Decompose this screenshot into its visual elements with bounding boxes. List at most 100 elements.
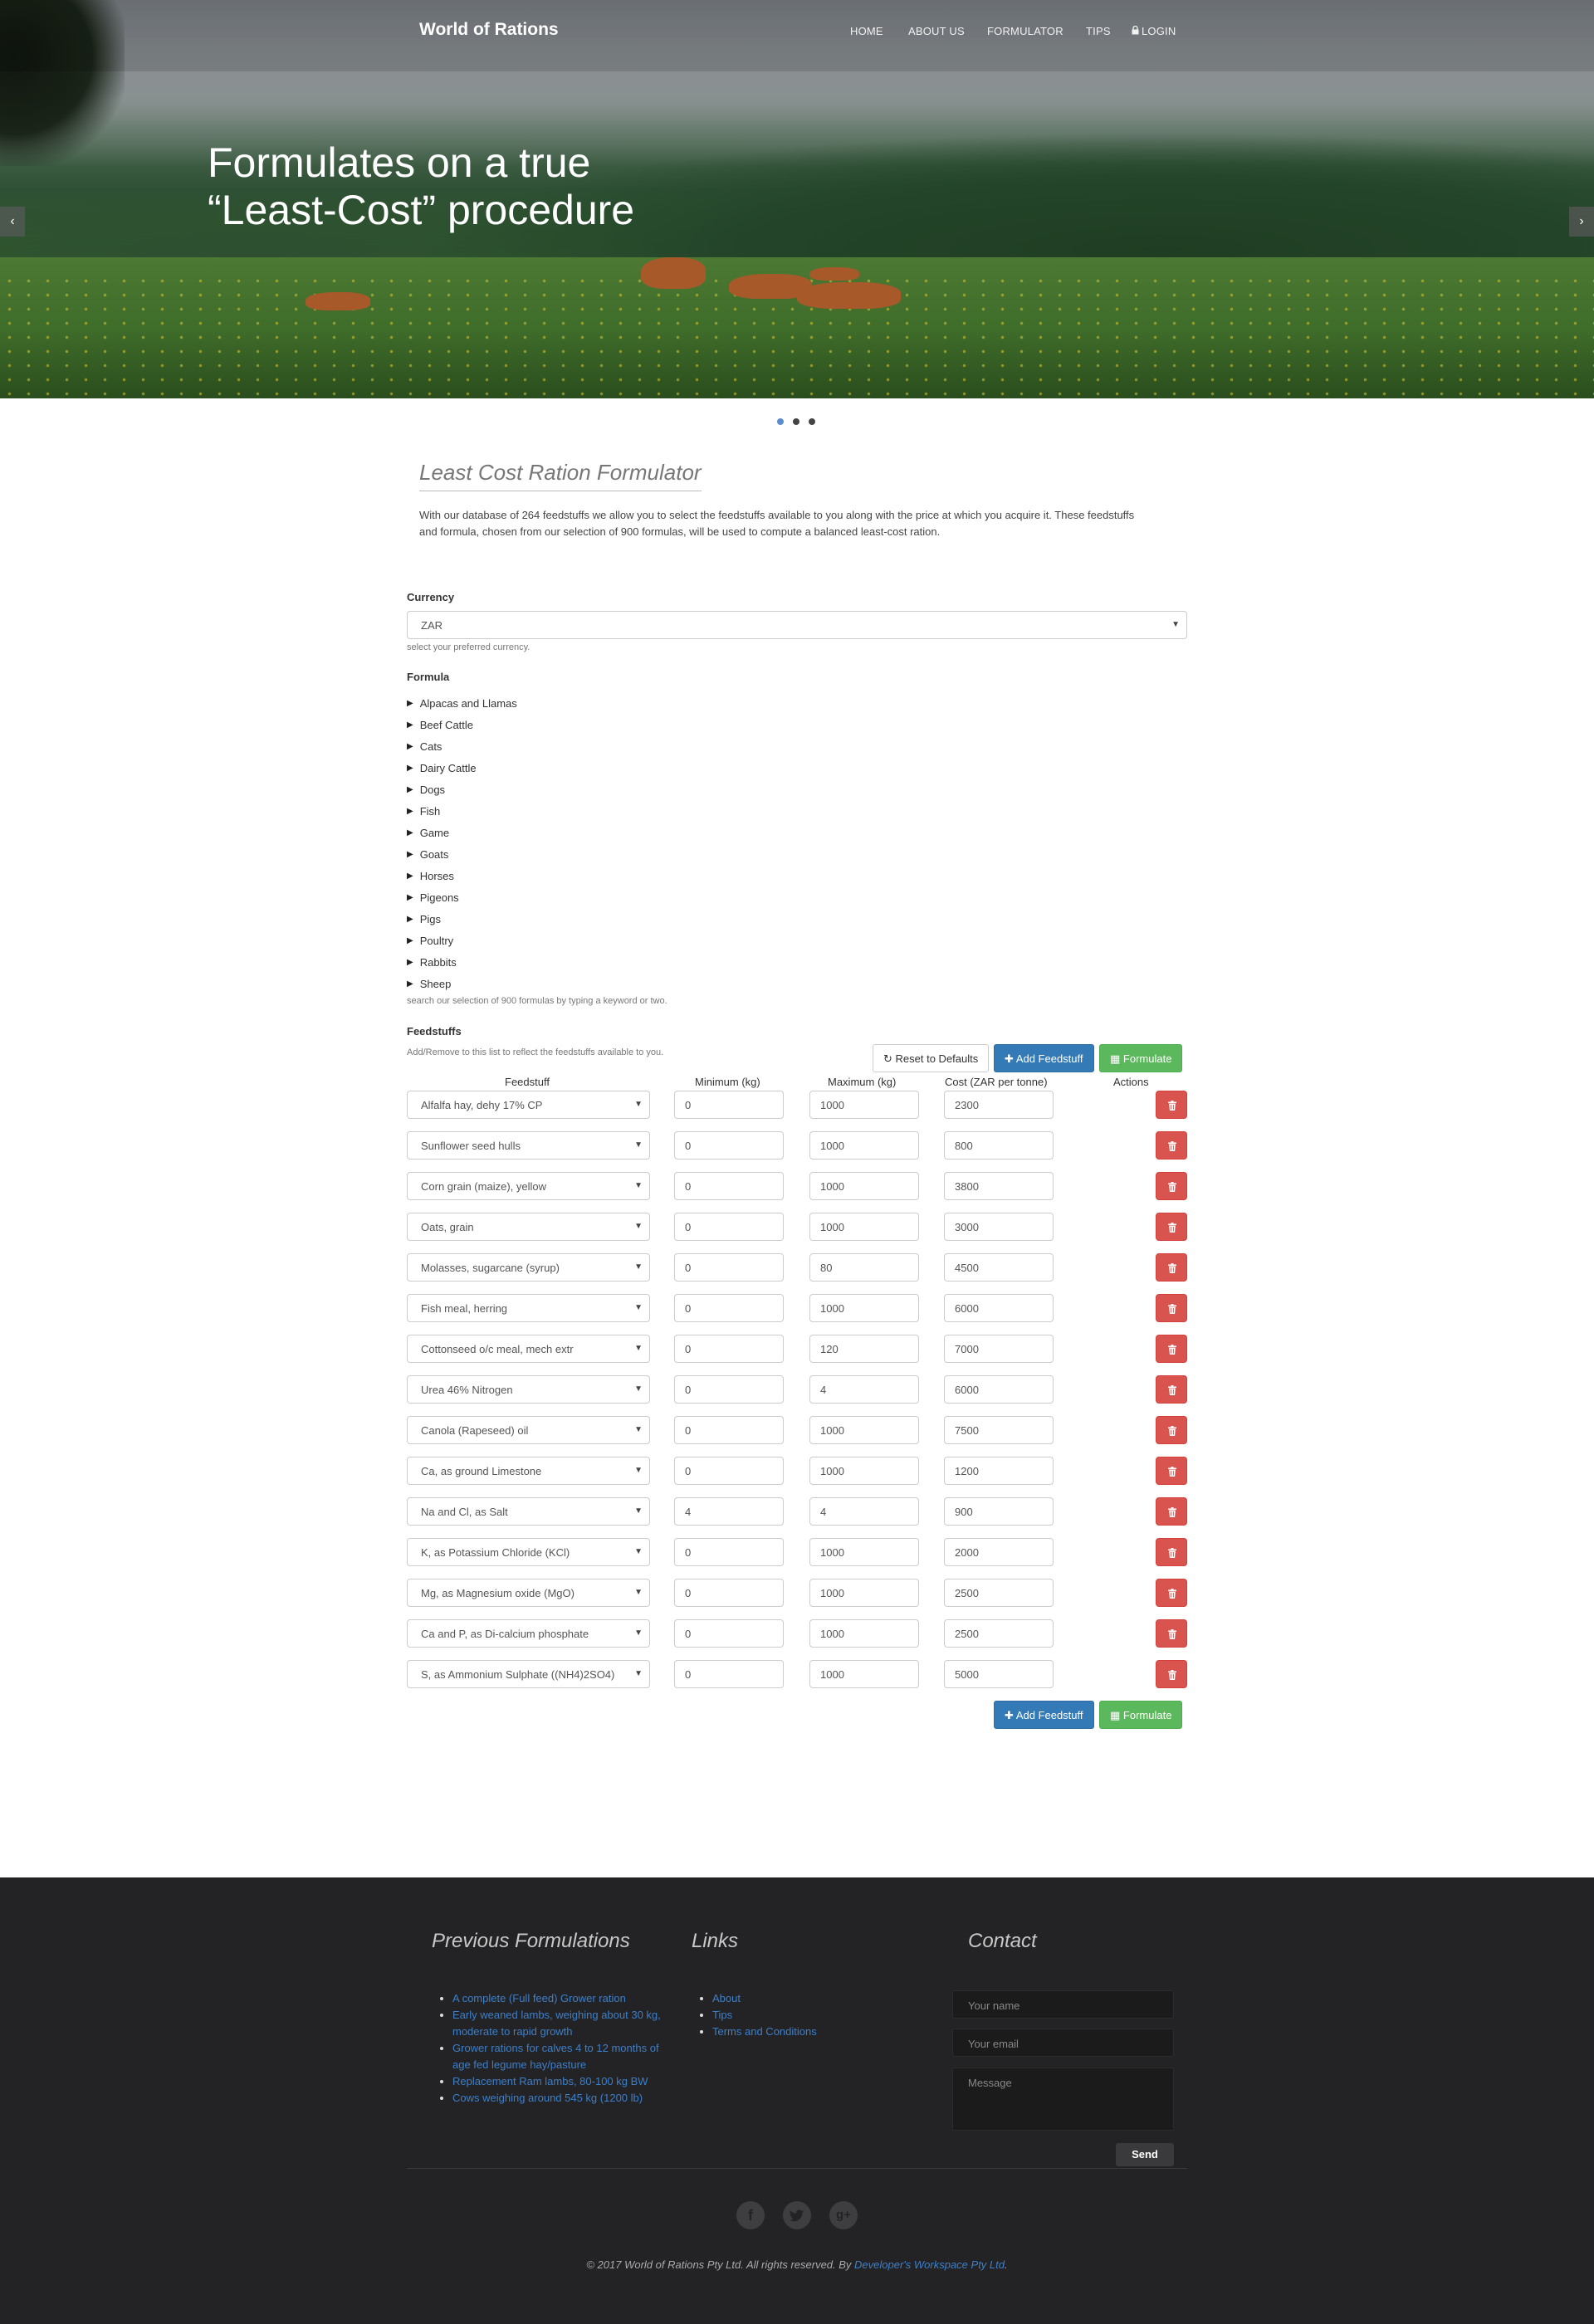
carousel-prev-button[interactable]: ‹ [0,207,25,237]
minimum-input[interactable]: 0 [674,1416,784,1444]
carousel-next-button[interactable]: › [1569,207,1594,237]
minimum-input[interactable]: 0 [674,1131,784,1160]
delete-row-button[interactable] [1156,1660,1187,1688]
cost-input[interactable]: 6000 [944,1294,1054,1322]
send-button[interactable]: Send [1116,2143,1174,2166]
formula-tree-item[interactable]: ▶ Fish [407,800,517,822]
cost-input[interactable]: 4500 [944,1253,1054,1282]
delete-row-button[interactable] [1156,1457,1187,1485]
formula-tree-item[interactable]: ▶ Beef Cattle [407,714,517,735]
formula-tree-item[interactable]: ▶ Dogs [407,779,517,800]
formula-tree-item[interactable]: ▶ Cats [407,735,517,757]
delete-row-button[interactable] [1156,1416,1187,1444]
minimum-input[interactable]: 0 [674,1619,784,1648]
formula-tree-item[interactable]: ▶ Pigs [407,908,517,930]
maximum-input[interactable]: 1000 [809,1538,919,1566]
delete-row-button[interactable] [1156,1619,1187,1648]
feedstuff-select[interactable]: Cottonseed o/c meal, mech extr ▼ [407,1335,650,1363]
cost-input[interactable]: 3000 [944,1213,1054,1241]
carousel-dot-1[interactable] [777,418,784,425]
nav-formulator[interactable]: FORMULATOR [987,25,1063,37]
feedstuff-select[interactable]: Alfalfa hay, dehy 17% CP ▼ [407,1091,650,1119]
delete-row-button[interactable] [1156,1579,1187,1607]
maximum-input[interactable]: 1000 [809,1660,919,1688]
cost-input[interactable]: 3800 [944,1172,1054,1200]
feedstuff-select[interactable]: Mg, as Magnesium oxide (MgO) ▼ [407,1579,650,1607]
delete-row-button[interactable] [1156,1497,1187,1526]
contact-message-field[interactable]: Message [952,2068,1174,2131]
maximum-input[interactable]: 1000 [809,1416,919,1444]
minimum-input[interactable]: 0 [674,1213,784,1241]
maximum-input[interactable]: 4 [809,1375,919,1404]
carousel-dot-3[interactable] [809,418,815,425]
cost-input[interactable]: 7500 [944,1416,1054,1444]
formula-tree-item[interactable]: ▶ Alpacas and Llamas [407,692,517,714]
feedstuff-select[interactable]: Ca and P, as Di-calcium phosphate ▼ [407,1619,650,1648]
nav-tips[interactable]: TIPS [1086,25,1111,37]
delete-row-button[interactable] [1156,1375,1187,1404]
maximum-input[interactable]: 120 [809,1335,919,1363]
minimum-input[interactable]: 0 [674,1091,784,1119]
twitter-icon[interactable] [783,2201,811,2229]
cost-input[interactable]: 2000 [944,1538,1054,1566]
minimum-input[interactable]: 0 [674,1335,784,1363]
currency-select[interactable]: ZAR ▼ [407,611,1187,639]
feedstuff-select[interactable]: Sunflower seed hulls ▼ [407,1131,650,1160]
google-plus-icon[interactable]: g+ [829,2201,858,2229]
formula-tree-item[interactable]: ▶ Rabbits [407,951,517,973]
footer-link[interactable]: About [712,1992,741,2004]
contact-name-field[interactable]: Your name [952,1990,1174,2019]
maximum-input[interactable]: 1000 [809,1619,919,1648]
feedstuff-select[interactable]: Canola (Rapeseed) oil ▼ [407,1416,650,1444]
maximum-input[interactable]: 1000 [809,1213,919,1241]
nav-login[interactable]: LOGIN [1142,25,1176,37]
feedstuff-select[interactable]: Urea 46% Nitrogen ▼ [407,1375,650,1404]
previous-formulation-link[interactable]: Early weaned lambs, weighing about 30 kg… [452,2009,661,2038]
formula-tree-item[interactable]: ▶ Poultry [407,930,517,951]
formula-tree-item[interactable]: ▶ Goats [407,843,517,865]
delete-row-button[interactable] [1156,1538,1187,1566]
minimum-input[interactable]: 0 [674,1375,784,1404]
previous-formulation-link[interactable]: Grower rations for calves 4 to 12 months… [452,2042,659,2071]
cost-input[interactable]: 6000 [944,1375,1054,1404]
developer-link[interactable]: Developer's Workspace Pty Ltd [854,2258,1005,2271]
brand-logo[interactable]: World of Rations [419,20,559,40]
feedstuff-select[interactable]: Na and Cl, as Salt ▼ [407,1497,650,1526]
facebook-icon[interactable]: f [736,2201,765,2229]
carousel-dot-2[interactable] [793,418,799,425]
cost-input[interactable]: 5000 [944,1660,1054,1688]
cost-input[interactable]: 2500 [944,1619,1054,1648]
maximum-input[interactable]: 80 [809,1253,919,1282]
cost-input[interactable]: 2500 [944,1579,1054,1607]
feedstuff-select[interactable]: Oats, grain ▼ [407,1213,650,1241]
cost-input[interactable]: 2300 [944,1091,1054,1119]
minimum-input[interactable]: 0 [674,1172,784,1200]
feedstuff-select[interactable]: S, as Ammonium Sulphate ((NH4)2SO4) ▼ [407,1660,650,1688]
maximum-input[interactable]: 1000 [809,1131,919,1160]
feedstuff-select[interactable]: Molasses, sugarcane (syrup) ▼ [407,1253,650,1282]
formula-tree-item[interactable]: ▶ Game [407,822,517,843]
previous-formulation-link[interactable]: Cows weighing around 545 kg (1200 lb) [452,2092,643,2104]
maximum-input[interactable]: 4 [809,1497,919,1526]
feedstuff-select[interactable]: Ca, as ground Limestone ▼ [407,1457,650,1485]
previous-formulation-link[interactable]: Replacement Ram lambs, 80-100 kg BW [452,2075,648,2087]
formula-tree-item[interactable]: ▶ Horses [407,865,517,886]
maximum-input[interactable]: 1000 [809,1091,919,1119]
maximum-input[interactable]: 1000 [809,1172,919,1200]
delete-row-button[interactable] [1156,1172,1187,1200]
add-feedstuff-button[interactable]: ✚ Add Feedstuff [994,1044,1094,1072]
feedstuff-select[interactable]: K, as Potassium Chloride (KCl) ▼ [407,1538,650,1566]
delete-row-button[interactable] [1156,1335,1187,1363]
cost-input[interactable]: 800 [944,1131,1054,1160]
feedstuff-select[interactable]: Corn grain (maize), yellow ▼ [407,1172,650,1200]
footer-link[interactable]: Terms and Conditions [712,2025,817,2038]
delete-row-button[interactable] [1156,1294,1187,1322]
minimum-input[interactable]: 0 [674,1660,784,1688]
maximum-input[interactable]: 1000 [809,1294,919,1322]
formulate-button[interactable]: ▦ Formulate [1099,1044,1183,1072]
maximum-input[interactable]: 1000 [809,1457,919,1485]
formulate-button-bottom[interactable]: ▦ Formulate [1099,1701,1183,1729]
reset-defaults-button[interactable]: ↻ Reset to Defaults [873,1044,990,1072]
add-feedstuff-button-bottom[interactable]: ✚ Add Feedstuff [994,1701,1094,1729]
delete-row-button[interactable] [1156,1213,1187,1241]
